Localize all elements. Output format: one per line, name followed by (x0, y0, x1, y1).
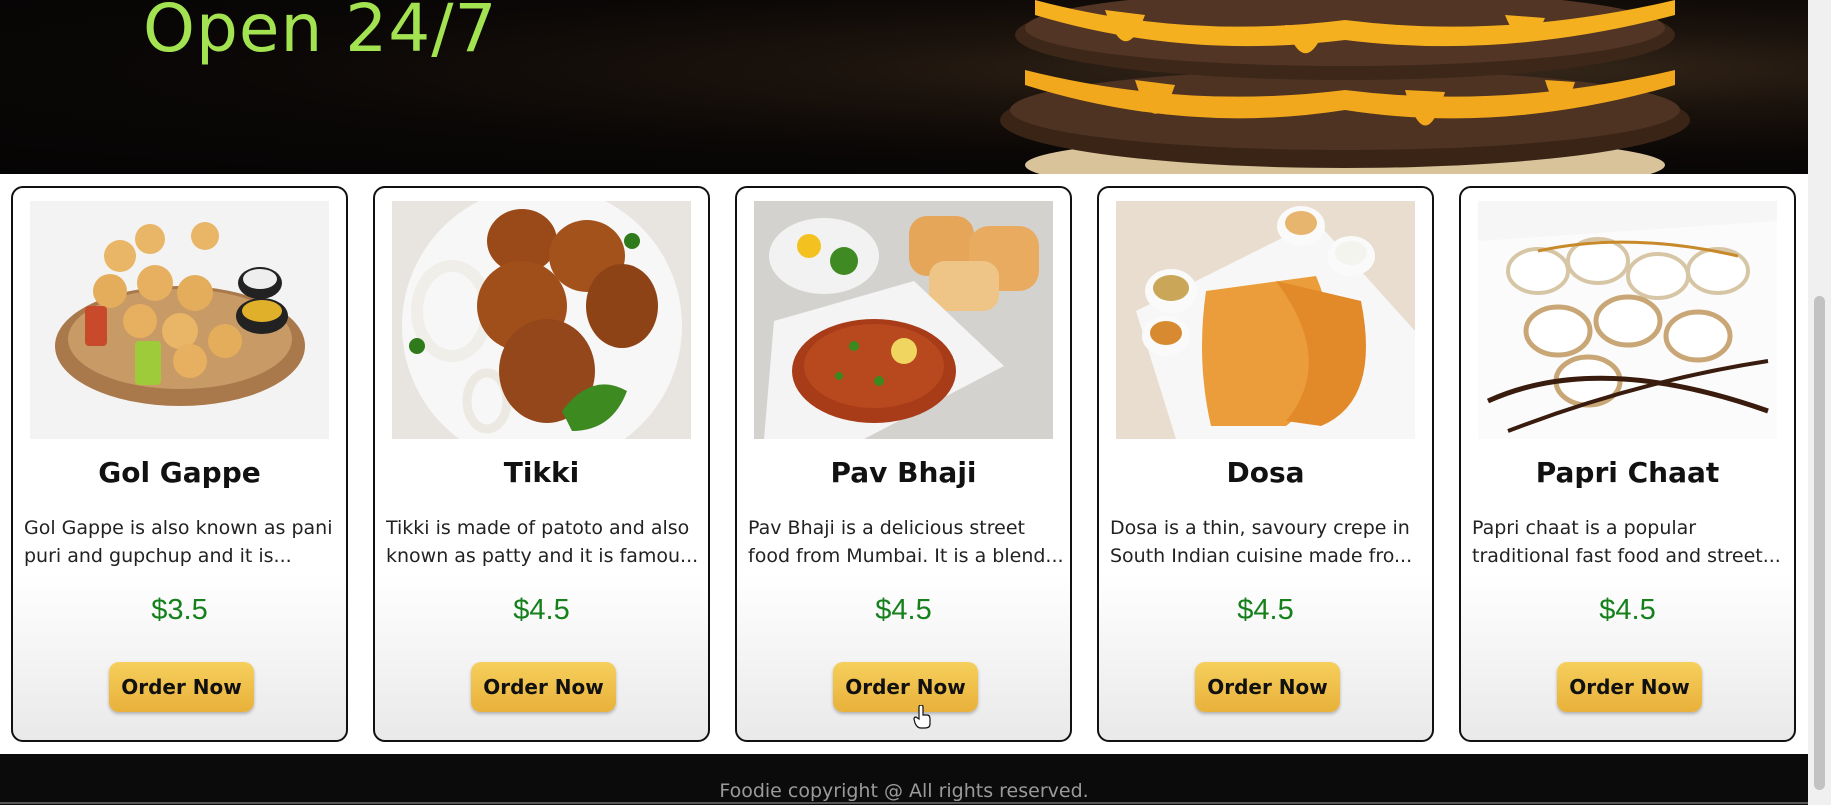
hand-cursor-icon (913, 705, 931, 729)
menu-cards: Gol Gappe Gol Gappe is also known as pan… (0, 174, 1808, 754)
card-description: Pav Bhaji is a delicious street food fro… (748, 517, 1064, 567)
card-price: $4.5 (1599, 594, 1656, 626)
card-description: Gol Gappe is also known as pani puri and… (24, 517, 333, 567)
card-title: Gol Gappe (98, 456, 261, 489)
card-title: Tikki (503, 456, 580, 489)
burger-image (1000, 0, 1690, 174)
menu-card-papri-chaat: Papri Chaat Papri chaat is a popular tra… (1459, 186, 1796, 742)
footer-copyright: Foodie copyright @ All rights reserved. (719, 780, 1089, 802)
footer: Foodie copyright @ All rights reserved. (0, 754, 1808, 805)
order-now-button[interactable]: Order Now (109, 662, 254, 712)
card-price: $4.5 (1237, 594, 1294, 626)
card-description: Papri chaat is a popular traditional fas… (1472, 517, 1781, 567)
card-title: Papri Chaat (1535, 456, 1720, 489)
order-now-button[interactable]: Order Now (1557, 662, 1702, 712)
card-price: $4.5 (513, 594, 570, 626)
card-price: $4.5 (875, 594, 932, 626)
menu-card-pav-bhaji: Pav Bhaji Pav Bhaji is a delicious stree… (735, 186, 1072, 742)
dosa-image (1116, 201, 1415, 439)
scrollbar-thumb[interactable] (1814, 296, 1825, 790)
card-price: $3.5 (151, 594, 208, 626)
menu-card-tikki: Tikki Tikki is made of patoto and also k… (373, 186, 710, 742)
hero-title: Open 24/7 (143, 0, 498, 67)
footer-divider (0, 802, 1808, 804)
card-title: Dosa (1226, 456, 1305, 489)
card-description: Tikki is made of patoto and also known a… (386, 517, 699, 567)
menu-card-gol-gappe: Gol Gappe Gol Gappe is also known as pan… (11, 186, 348, 742)
card-title: Pav Bhaji (830, 456, 977, 489)
pav-bhaji-image (754, 201, 1053, 439)
order-now-button[interactable]: Order Now (1195, 662, 1340, 712)
menu-card-dosa: Dosa Dosa is a thin, savoury crepe in So… (1097, 186, 1434, 742)
order-now-button[interactable]: Order Now (471, 662, 616, 712)
tikki-image (392, 201, 691, 439)
order-now-button[interactable]: Order Now (833, 662, 978, 712)
card-description: Dosa is a thin, savoury crepe in South I… (1110, 517, 1413, 567)
papri-chaat-image (1478, 201, 1777, 439)
page-scrollbar[interactable] (1808, 0, 1831, 805)
gol-gappe-image (30, 201, 329, 439)
hero-banner: Open 24/7 (0, 0, 1808, 174)
